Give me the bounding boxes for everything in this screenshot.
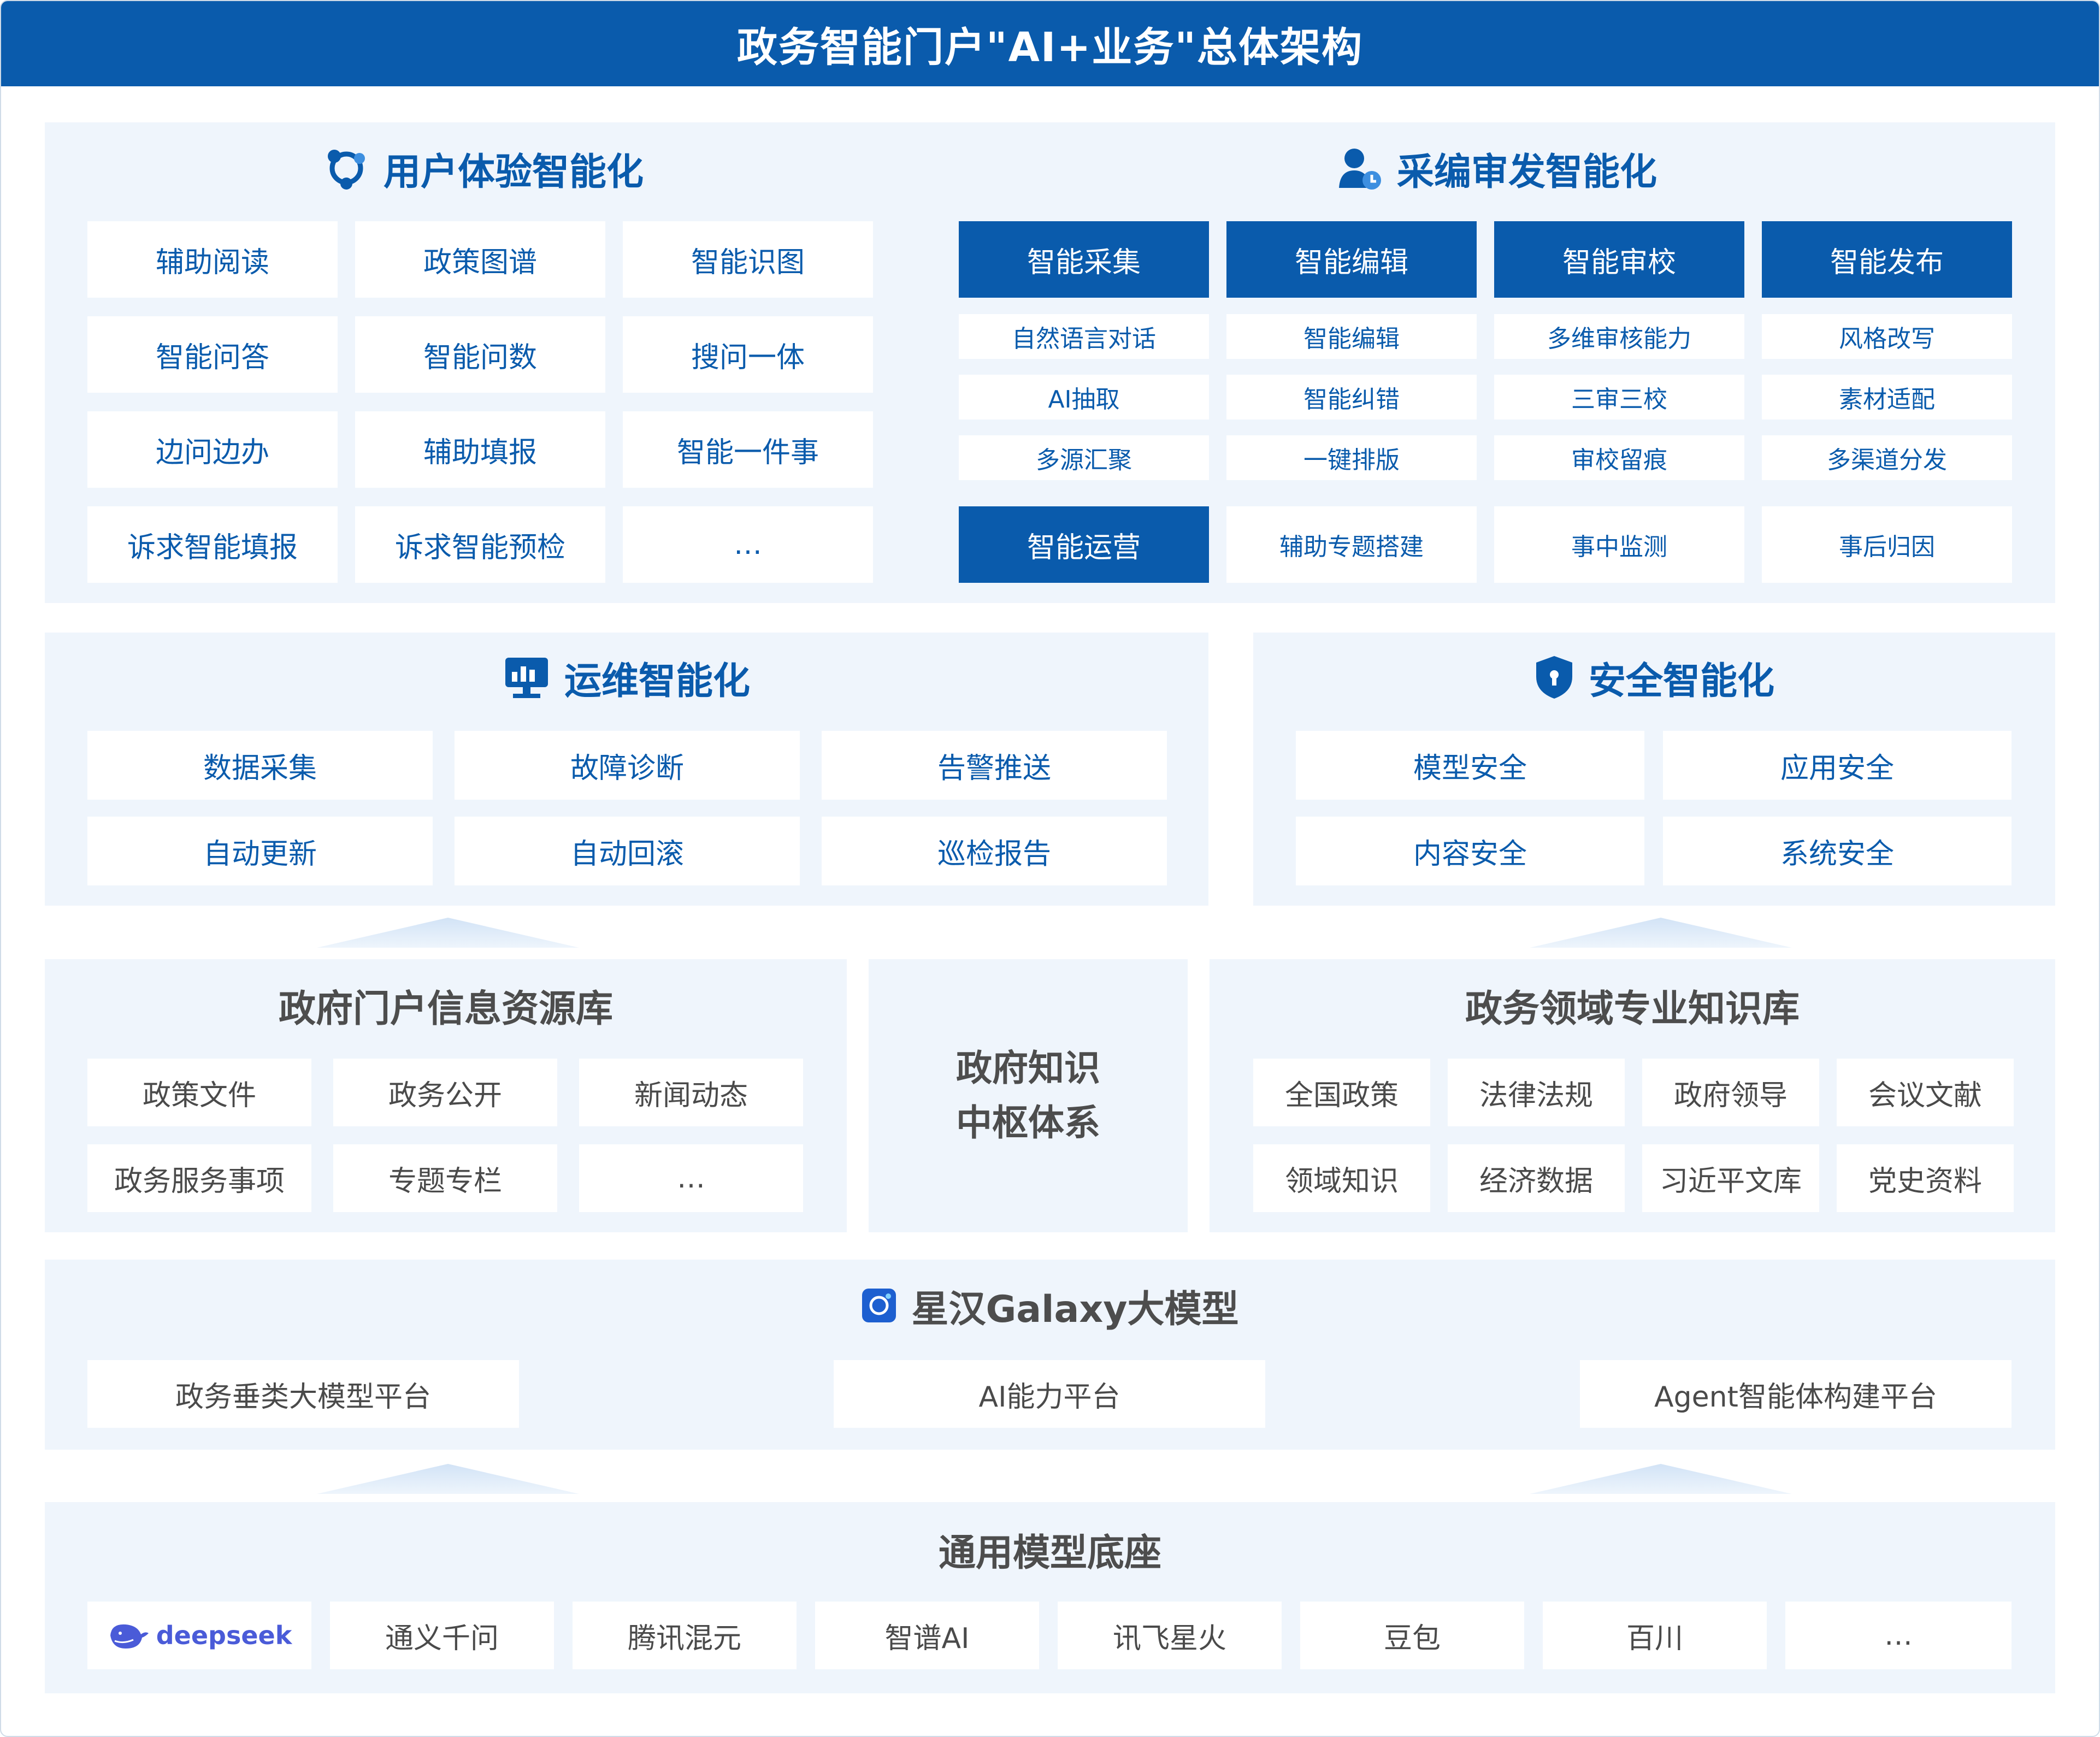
editing-item[interactable]: 一键排版 [1226,435,1477,480]
model-item[interactable]: 讯飞星火 [1058,1602,1282,1669]
galaxy-platform[interactable]: Agent智能体构建平台 [1580,1360,2011,1428]
model-deepseek[interactable]: deepseek [87,1602,311,1669]
domain-library-item[interactable]: 政府领导 [1642,1059,1819,1126]
network-icon [327,150,365,190]
whale-icon [110,1624,149,1649]
editing-item[interactable]: 审校留痕 [1494,435,1744,480]
ux-item[interactable]: 诉求智能预检 [355,506,605,583]
model-item[interactable]: 百川 [1543,1602,1767,1669]
ops-item[interactable]: 自动回滚 [455,817,800,885]
ops-item[interactable]: 告警推送 [822,731,1167,800]
triangle-connector [317,1464,579,1494]
editing-item[interactable]: 风格改写 [1762,314,2012,359]
editor-person-icon [1338,149,1381,190]
editing-item[interactable]: 多源汇聚 [959,435,1209,480]
portal-library-item[interactable]: 政务服务事项 [87,1144,311,1212]
base-title: 通用模型底座 [45,1522,2055,1576]
editing-item[interactable]: 多渠道分发 [1762,435,2012,480]
editing-item[interactable]: 自然语言对话 [959,314,1209,359]
ux-item-more[interactable]: … [623,506,873,583]
editing-item[interactable]: 多维审核能力 [1494,314,1744,359]
triangle-connector [1530,1464,1792,1494]
triangle-connector [317,918,579,948]
model-item[interactable]: 腾讯混元 [573,1602,797,1669]
knowledge-hub-line1: 政府知识 [956,1047,1100,1089]
base-title-text: 通用模型底座 [938,1531,1161,1575]
operation-item[interactable]: 事中监测 [1494,506,1744,583]
editing-title-text: 采编审发智能化 [1396,150,1657,194]
domain-library-item[interactable]: 党史资料 [1837,1144,2014,1212]
portal-library-item-more[interactable]: … [579,1144,803,1212]
user-experience-title-text: 用户体验智能化 [383,150,644,194]
editing-column-head[interactable]: 智能发布 [1762,221,2012,298]
domain-library-item[interactable]: 经济数据 [1448,1144,1625,1212]
ux-item[interactable]: 政策图谱 [355,221,605,298]
galaxy-title-text: 星汉Galaxy大模型 [911,1287,1239,1331]
domain-library-item[interactable]: 习近平文库 [1642,1144,1819,1212]
knowledge-hub-line2: 中枢体系 [956,1102,1100,1144]
editing-column-head[interactable]: 智能采集 [959,221,1209,298]
ops-title-text: 运维智能化 [564,659,750,703]
model-item[interactable]: 豆包 [1300,1602,1524,1669]
editing-item[interactable]: 智能编辑 [1226,314,1477,359]
ops-item[interactable]: 数据采集 [87,731,433,800]
domain-library-title: 政务领域专业知识库 [1210,978,2055,1032]
galaxy-title: 星汉Galaxy大模型 [45,1278,2055,1333]
security-title-text: 安全智能化 [1588,659,1774,703]
domain-library-item[interactable]: 全国政策 [1253,1059,1430,1126]
ops-item[interactable]: 巡检报告 [822,817,1167,885]
portal-library-title: 政府门户信息资源库 [45,978,847,1032]
portal-library-item[interactable]: 政务公开 [333,1059,557,1126]
knowledge-hub-label: 政府知识 中枢体系 [869,959,1188,1232]
domain-library-item[interactable]: 领域知识 [1253,1144,1430,1212]
editing-column-head[interactable]: 智能编辑 [1226,221,1477,298]
ops-item[interactable]: 故障诊断 [455,731,800,800]
ux-item[interactable]: 搜问一体 [623,316,873,393]
galaxy-platform[interactable]: 政务垂类大模型平台 [87,1360,519,1428]
domain-library-title-text: 政务领域专业知识库 [1465,987,1800,1031]
portal-library-item[interactable]: 政策文件 [87,1059,311,1126]
operation-head[interactable]: 智能运营 [959,506,1209,583]
portal-library-title-text: 政府门户信息资源库 [278,987,613,1031]
model-item[interactable]: 通义千问 [330,1602,554,1669]
editing-item[interactable]: 三审三校 [1494,375,1744,420]
editing-title: 采编审发智能化 [961,141,2032,196]
shield-icon [1536,656,1572,699]
galaxy-platform[interactable]: AI能力平台 [834,1360,1265,1428]
editing-column-head[interactable]: 智能审校 [1494,221,1744,298]
security-item[interactable]: 内容安全 [1296,817,1644,885]
operation-item[interactable]: 辅助专题搭建 [1226,506,1477,583]
security-title: 安全智能化 [1253,650,2055,705]
ux-item[interactable]: 辅助阅读 [87,221,338,298]
deepseek-logo-text: deepseek [156,1621,292,1650]
editing-item[interactable]: 智能纠错 [1226,375,1477,420]
ops-item[interactable]: 自动更新 [87,817,433,885]
security-item[interactable]: 应用安全 [1663,731,2011,800]
ux-item[interactable]: 边问边办 [87,411,338,488]
architecture-diagram: 政务智能门户"AI+业务"总体架构 用户体验智能化 采编审发智能化 辅助阅读 政… [0,0,2100,1737]
ux-item[interactable]: 智能问数 [355,316,605,393]
ux-item[interactable]: 辅助填报 [355,411,605,488]
security-item[interactable]: 系统安全 [1663,817,2011,885]
editing-item[interactable]: 素材适配 [1762,375,2012,420]
operation-item[interactable]: 事后归因 [1762,506,2012,583]
editing-item[interactable]: AI抽取 [959,375,1209,420]
triangle-connector [1530,918,1792,948]
galaxy-logo-icon [862,1289,896,1322]
portal-library-item[interactable]: 专题专栏 [333,1144,557,1212]
security-item[interactable]: 模型安全 [1296,731,1644,800]
portal-library-item[interactable]: 新闻动态 [579,1059,803,1126]
domain-library-item[interactable]: 法律法规 [1448,1059,1625,1126]
ops-title: 运维智能化 [45,650,1208,705]
ux-item[interactable]: 智能问答 [87,316,338,393]
model-item-more[interactable]: … [1785,1602,2011,1669]
ux-item[interactable]: 智能识图 [623,221,873,298]
ux-item[interactable]: 诉求智能填报 [87,506,338,583]
domain-library-item[interactable]: 会议文献 [1837,1059,2014,1126]
ux-item[interactable]: 智能一件事 [623,411,873,488]
model-item[interactable]: 智谱AI [815,1602,1039,1669]
monitor-icon [505,658,548,698]
user-experience-title: 用户体验智能化 [87,141,880,196]
